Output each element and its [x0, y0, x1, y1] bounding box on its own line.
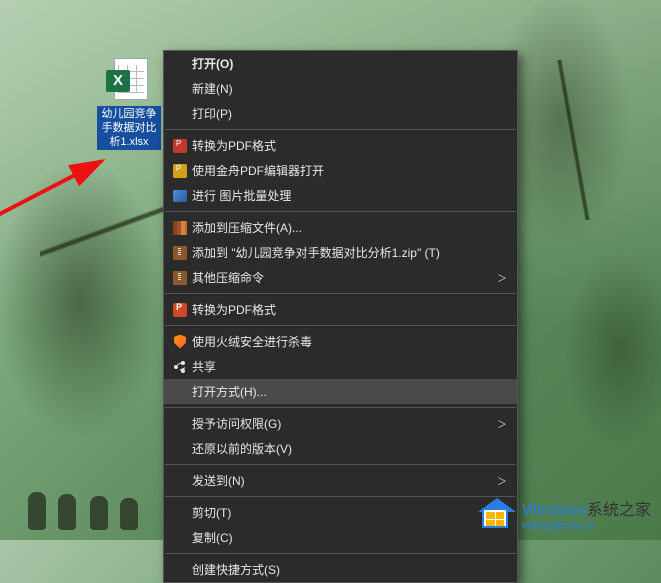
- zip-icon: [168, 243, 192, 263]
- menu-item[interactable]: 其他压缩命令＞: [164, 265, 517, 290]
- blank-icon: [168, 79, 192, 99]
- menu-item[interactable]: 转换为PDF格式: [164, 133, 517, 158]
- menu-item[interactable]: 添加到 "幼儿园竞争对手数据对比分析1.zip" (T): [164, 240, 517, 265]
- submenu-arrow-icon: ＞: [497, 416, 507, 431]
- desktop-file-label: 幼儿园竞争手数据对比析1.xlsx: [97, 106, 161, 150]
- menu-separator: [165, 407, 516, 408]
- menu-separator: [165, 211, 516, 212]
- desktop-file-excel[interactable]: X 幼儿园竞争手数据对比析1.xlsx: [97, 58, 161, 150]
- menu-item-label: 打开(O): [192, 55, 497, 72]
- pdf-red-icon: [168, 136, 192, 156]
- menu-separator: [165, 464, 516, 465]
- blank-icon: [168, 471, 192, 491]
- menu-item[interactable]: 打印(P): [164, 101, 517, 126]
- menu-item[interactable]: 打开(O): [164, 51, 517, 76]
- menu-item[interactable]: 打开方式(H)...: [164, 379, 517, 404]
- menu-item-label: 使用金舟PDF编辑器打开: [192, 162, 497, 179]
- menu-item-label: 复制(C): [192, 529, 497, 546]
- blank-icon: [168, 414, 192, 434]
- menu-item-label: 其他压缩命令: [192, 269, 497, 286]
- shield-icon: [168, 332, 192, 352]
- menu-item[interactable]: 使用火绒安全进行杀毒: [164, 329, 517, 354]
- menu-item[interactable]: 新建(N): [164, 76, 517, 101]
- menu-item[interactable]: 转换为PDF格式: [164, 297, 517, 322]
- menu-item[interactable]: 添加到压缩文件(A)...: [164, 215, 517, 240]
- menu-separator: [165, 325, 516, 326]
- menu-item-label: 打开方式(H)...: [192, 383, 497, 400]
- blank-icon: [168, 439, 192, 459]
- menu-item-label: 共享: [192, 358, 497, 375]
- menu-item-label: 打印(P): [192, 105, 497, 122]
- books-icon: [168, 218, 192, 238]
- menu-item[interactable]: 授予访问权限(G)＞: [164, 411, 517, 436]
- share-icon: [168, 357, 192, 377]
- menu-item[interactable]: 使用金舟PDF编辑器打开: [164, 158, 517, 183]
- menu-item[interactable]: 还原以前的版本(V): [164, 436, 517, 461]
- menu-item[interactable]: 共享: [164, 354, 517, 379]
- blank-icon: [168, 54, 192, 74]
- blank-icon: [168, 560, 192, 580]
- windows-house-icon: [480, 502, 514, 532]
- blank-icon: [168, 104, 192, 124]
- img-icon: [168, 186, 192, 206]
- menu-item-label: 转换为PDF格式: [192, 137, 497, 154]
- menu-separator: [165, 496, 516, 497]
- ppt-icon: [168, 300, 192, 320]
- menu-item-label: 使用火绒安全进行杀毒: [192, 333, 497, 350]
- menu-item[interactable]: 发送到(N)＞: [164, 468, 517, 493]
- submenu-arrow-icon: ＞: [497, 473, 507, 488]
- brand-line1: Windows系统之家: [522, 502, 651, 520]
- menu-item-label: 转换为PDF格式: [192, 301, 497, 318]
- submenu-arrow-icon: ＞: [497, 270, 507, 285]
- excel-file-icon: X: [106, 58, 152, 104]
- menu-item-label: 新建(N): [192, 80, 497, 97]
- menu-item-label: 授予访问权限(G): [192, 415, 497, 432]
- menu-item-label: 还原以前的版本(V): [192, 440, 497, 457]
- menu-item-label: 发送到(N): [192, 472, 497, 489]
- blank-icon: [168, 503, 192, 523]
- menu-separator: [165, 553, 516, 554]
- menu-item[interactable]: 创建快捷方式(S): [164, 557, 517, 582]
- blank-icon: [168, 382, 192, 402]
- menu-item-label: 进行 图片批量处理: [192, 187, 497, 204]
- context-menu: 打开(O) 新建(N) 打印(P) 转换为PDF格式使用金舟PDF编辑器打开进行 图片…: [163, 50, 518, 583]
- menu-item[interactable]: 剪切(T): [164, 500, 517, 525]
- brand-url: www.bjkmw.cn: [522, 520, 651, 532]
- menu-separator: [165, 293, 516, 294]
- blank-icon: [168, 528, 192, 548]
- menu-item[interactable]: 进行 图片批量处理: [164, 183, 517, 208]
- menu-item-label: 添加到压缩文件(A)...: [192, 219, 497, 236]
- wallpaper-figures: [20, 480, 160, 530]
- menu-item[interactable]: 复制(C): [164, 525, 517, 550]
- watermark-branding: Windows系统之家 www.bjkmw.cn: [480, 502, 651, 532]
- pdf-gold-icon: [168, 161, 192, 181]
- menu-item-label: 创建快捷方式(S): [192, 561, 497, 578]
- zip-icon: [168, 268, 192, 288]
- menu-separator: [165, 129, 516, 130]
- menu-item-label: 添加到 "幼儿园竞争对手数据对比分析1.zip" (T): [192, 244, 497, 261]
- menu-item-label: 剪切(T): [192, 504, 497, 521]
